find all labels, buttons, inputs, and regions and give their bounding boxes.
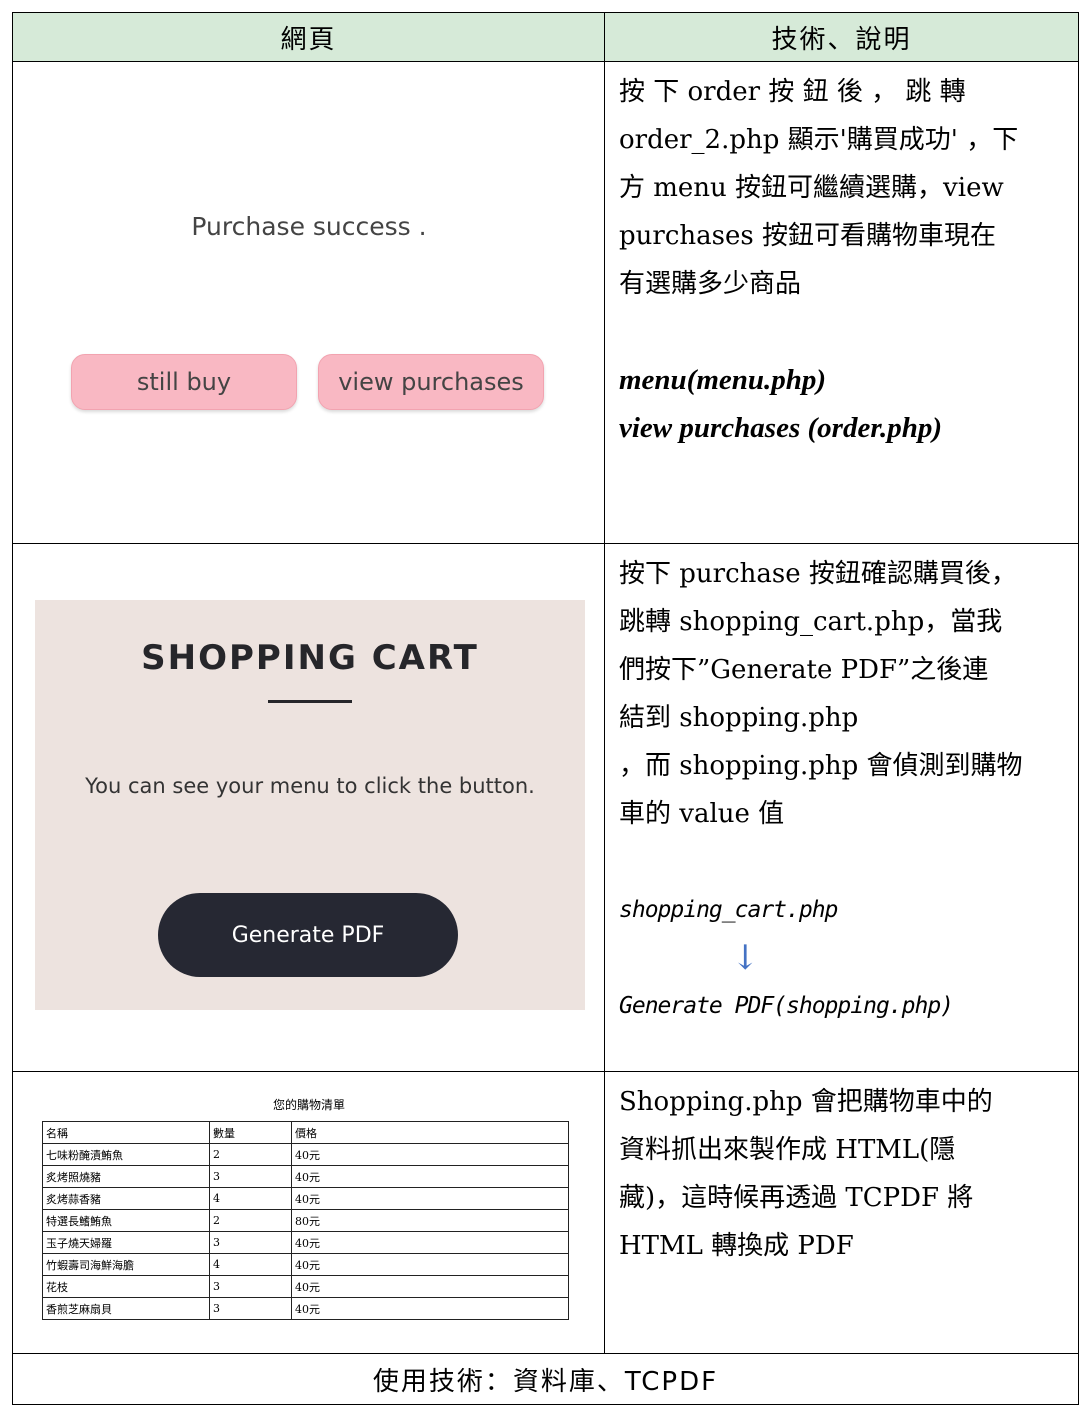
description-pdf-output: Shopping.php 會把購物車中的 資料抓出來製作成 HTML(隱 藏)，… xyxy=(604,1071,1079,1354)
item-name: 花枝 xyxy=(42,1275,210,1298)
item-qty: 3 xyxy=(209,1165,292,1188)
item-price: 40元 xyxy=(291,1165,569,1188)
item-qty: 4 xyxy=(209,1253,292,1276)
description-shopping-cart: 按下 purchase 按鈕確認購買後， 跳轉 shopping_cart.ph… xyxy=(604,543,1079,1072)
table-row: 炙烤蒜香豬 4 40元 xyxy=(42,1187,569,1210)
item-name: 香煎芝麻扇貝 xyxy=(42,1297,210,1320)
row-shopping-cart: SHOPPING CART You can see your menu to c… xyxy=(12,543,1079,1072)
footer-row: 使用技術：資料庫、TCPDF xyxy=(12,1353,1079,1405)
description-purchase-success: 按 下 order 按 鈕 後 ， 跳 轉 order_2.php 顯示'購買成… xyxy=(604,61,1079,544)
item-name: 竹蝦壽司海鮮海膽 xyxy=(42,1253,210,1276)
desc-line: 結到 shopping.php xyxy=(619,703,859,733)
screenshot-purchase-success: Purchase success . still buy view purcha… xyxy=(12,61,605,544)
desc-line: 按下 purchase 按鈕確認購買後， xyxy=(619,559,1017,589)
table-row: 竹蝦壽司海鮮海膽 4 40元 xyxy=(42,1253,569,1276)
column-header: 價格 xyxy=(291,1121,569,1144)
item-price: 40元 xyxy=(291,1297,569,1320)
shopping-cart-title: SHOPPING CART xyxy=(141,638,479,678)
table-row: 七味粉醃漬鮪魚 2 40元 xyxy=(42,1143,569,1166)
item-qty: 3 xyxy=(209,1275,292,1298)
link-view-purchases: view purchases (order.php) xyxy=(619,412,943,444)
table-row: 香煎芝麻扇貝 3 40元 xyxy=(42,1297,569,1320)
technologies-used: 使用技術：資料庫、TCPDF xyxy=(12,1353,1079,1405)
desc-line: purchases 按鈕可看購物車現在 xyxy=(619,221,996,251)
header-tech-description: 技術、說明 xyxy=(604,12,1079,62)
table-header-row: 名稱 數量 價格 xyxy=(42,1121,569,1144)
table-row: 特選長鰭鮪魚 2 80元 xyxy=(42,1209,569,1232)
desc-line: ，而 shopping.php 會偵測到購物 xyxy=(619,751,1023,781)
column-header: 數量 xyxy=(209,1121,292,1144)
link-menu: menu(menu.php) xyxy=(619,364,827,396)
column-header: 名稱 xyxy=(42,1121,210,1144)
document-table: 網頁 技術、說明 Purchase success . still buy vi… xyxy=(12,12,1079,1405)
header-webpage: 網頁 xyxy=(12,12,605,62)
desc-line: 車的 value 值 xyxy=(619,799,785,829)
item-price: 80元 xyxy=(291,1209,569,1232)
view-purchases-button[interactable]: view purchases xyxy=(318,354,544,410)
table-row: 花枝 3 40元 xyxy=(42,1275,569,1298)
desc-line: order_2.php 顯示'購買成功' ，下 xyxy=(619,125,1019,155)
item-qty: 3 xyxy=(209,1297,292,1320)
still-buy-button[interactable]: still buy xyxy=(71,354,297,410)
desc-line: 方 menu 按鈕可繼續選購，view xyxy=(619,173,1004,203)
table-row: 玉子燒天婦羅 3 40元 xyxy=(42,1231,569,1254)
item-price: 40元 xyxy=(291,1275,569,1298)
item-price: 40元 xyxy=(291,1143,569,1166)
item-name: 炙烤蒜香豬 xyxy=(42,1187,210,1210)
item-name: 炙烤照燒豬 xyxy=(42,1165,210,1188)
desc-line: 藏)，這時候再透過 TCPDF 將 xyxy=(619,1183,974,1213)
desc-line: 資料抓出來製作成 HTML(隱 xyxy=(619,1135,956,1165)
item-qty: 4 xyxy=(209,1187,292,1210)
pdf-caption: 您的購物清單 xyxy=(272,1098,345,1112)
desc-line: 有選購多少商品 xyxy=(619,269,802,299)
desc-line: 按 下 order 按 鈕 後 ， 跳 轉 xyxy=(619,77,966,107)
row-purchase-success: Purchase success . still buy view purcha… xyxy=(12,61,1079,544)
item-price: 40元 xyxy=(291,1253,569,1276)
shopping-cart-subtitle: You can see your menu to click the butto… xyxy=(85,774,535,798)
screenshot-pdf-output: 您的購物清單 名稱 數量 價格 七味粉醃漬鮪魚 2 40元 炙烤照燒豬 3 40… xyxy=(12,1071,605,1354)
screenshot-shopping-cart: SHOPPING CART You can see your menu to c… xyxy=(12,543,605,1072)
item-name: 特選長鰭鮪魚 xyxy=(42,1209,210,1232)
item-price: 40元 xyxy=(291,1231,569,1254)
desc-line: HTML 轉換成 PDF xyxy=(619,1231,854,1261)
generate-pdf-button[interactable]: Generate PDF xyxy=(158,893,458,977)
table-row: 炙烤照燒豬 3 40元 xyxy=(42,1165,569,1188)
row-pdf-output: 您的購物清單 名稱 數量 價格 七味粉醃漬鮪魚 2 40元 炙烤照燒豬 3 40… xyxy=(12,1071,1079,1354)
item-price: 40元 xyxy=(291,1187,569,1210)
arrow-down-icon: ↓ xyxy=(731,938,760,978)
item-qty: 2 xyxy=(209,1143,292,1166)
item-qty: 3 xyxy=(209,1231,292,1254)
item-name: 七味粉醃漬鮪魚 xyxy=(42,1143,210,1166)
purchase-success-message: Purchase success . xyxy=(191,212,427,241)
shopping-cart-panel: SHOPPING CART You can see your menu to c… xyxy=(35,600,585,1010)
desc-line: 們按下”Generate PDF”之後連 xyxy=(619,655,989,685)
purchase-list-table: 名稱 數量 價格 七味粉醃漬鮪魚 2 40元 炙烤照燒豬 3 40元 炙烤蒜香豬… xyxy=(42,1121,569,1320)
flow-from: shopping_cart.php xyxy=(619,897,838,923)
flow-to: Generate PDF(shopping.php) xyxy=(619,993,954,1019)
item-qty: 2 xyxy=(209,1209,292,1232)
desc-line: 跳轉 shopping_cart.php，當我 xyxy=(619,607,1003,637)
title-divider xyxy=(268,700,352,703)
header-row: 網頁 技術、說明 xyxy=(12,12,1079,62)
item-name: 玉子燒天婦羅 xyxy=(42,1231,210,1254)
desc-line: Shopping.php 會把購物車中的 xyxy=(619,1087,993,1117)
